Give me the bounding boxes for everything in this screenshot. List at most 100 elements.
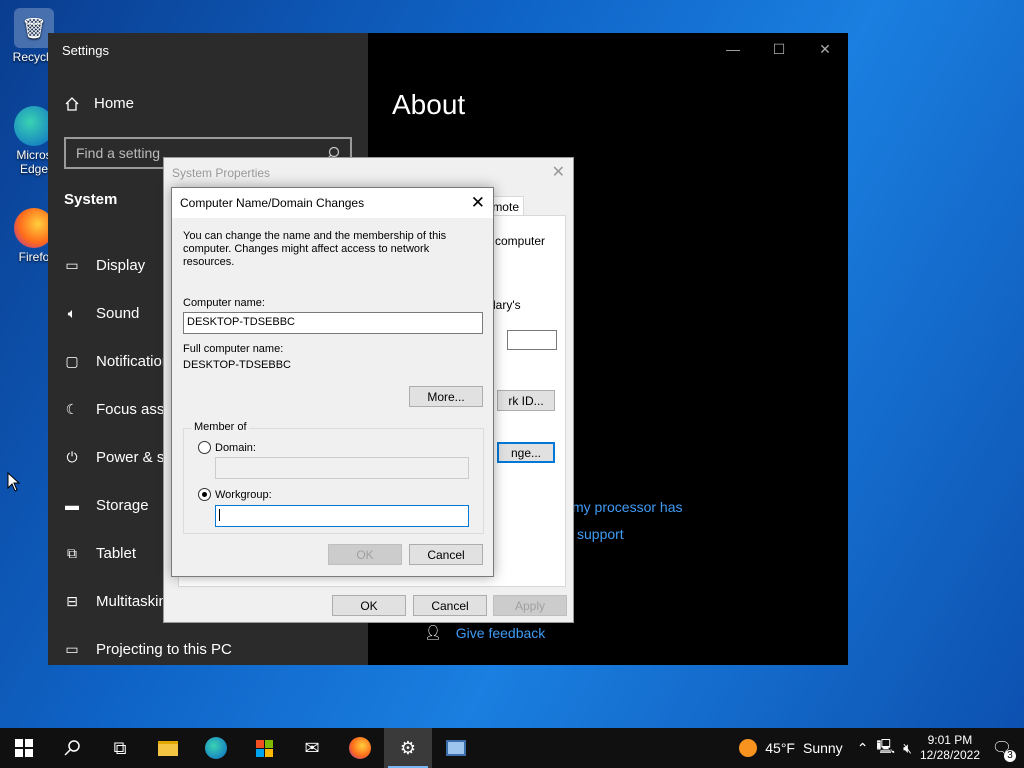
task-view-button[interactable]: ⧉: [96, 728, 144, 768]
ok-button[interactable]: OK: [328, 544, 402, 565]
change-button[interactable]: nge...: [497, 442, 555, 463]
network-id-button[interactable]: rk ID...: [497, 390, 555, 411]
system-tray: 45°F Sunny ⌃ 🖳︎ 🔇︎ 9:01 PM 12/28/2022 🗨︎…: [739, 728, 1024, 768]
mail-button[interactable]: ✉: [288, 728, 336, 768]
close-button[interactable]: ✕: [552, 162, 565, 182]
store-button[interactable]: [240, 728, 288, 768]
nav-item-label: Storage: [96, 496, 149, 514]
gear-icon: ⚙: [399, 737, 417, 758]
give-feedback-link[interactable]: 👤︎ Give feedback: [424, 624, 545, 641]
cancel-button[interactable]: Cancel: [413, 595, 487, 616]
panel-text: lary's: [493, 298, 521, 312]
cancel-button[interactable]: Cancel: [409, 544, 483, 565]
nav-item-label: Tablet: [96, 544, 137, 562]
section-heading: System: [64, 191, 118, 208]
notification-count: 3: [1004, 750, 1016, 762]
computer-name-dialog: Computer Name/Domain Changes ✕ You can c…: [171, 187, 494, 577]
computer-description-field[interactable]: [507, 330, 557, 350]
more-button[interactable]: More...: [409, 386, 483, 407]
start-button[interactable]: [0, 728, 48, 768]
dialog-titlebar: Computer Name/Domain Changes ✕: [172, 188, 493, 218]
store-icon: [255, 739, 273, 757]
give-feedback-label: Give feedback: [455, 624, 546, 641]
panel-text: computer: [495, 234, 546, 248]
close-icon: ✕: [551, 164, 565, 181]
display-icon: ▭: [65, 256, 79, 273]
computer-name-label: Computer name:: [183, 297, 265, 309]
action-center-button[interactable]: 🗨︎ 3: [988, 738, 1016, 762]
domain-field[interactable]: [215, 457, 469, 479]
edge-button[interactable]: [192, 728, 240, 768]
weather-temp[interactable]: 45°F: [765, 740, 795, 756]
ok-button[interactable]: OK: [332, 595, 406, 616]
maximize-button[interactable]: ☐: [756, 33, 802, 65]
clock-date: 12/28/2022: [919, 748, 980, 762]
radio-dot: [198, 441, 211, 454]
notification-icon: ▢: [65, 352, 79, 369]
nav-item-label: Projecting to this PC: [96, 640, 232, 658]
full-name-label: Full computer name:: [183, 343, 284, 355]
network-icon[interactable]: 🖳︎: [876, 736, 895, 760]
chevron-up-icon[interactable]: ⌃: [857, 740, 869, 757]
multitasking-icon: ⊟: [66, 592, 78, 609]
nav-item-projecting[interactable]: ▭ Projecting to this PC: [64, 625, 364, 673]
workgroup-radio[interactable]: Workgroup:: [198, 488, 272, 501]
close-button[interactable]: ✕: [802, 33, 848, 65]
minimize-button[interactable]: —: [710, 33, 756, 65]
storage-icon: ▬: [65, 497, 79, 513]
firefox-button[interactable]: [336, 728, 384, 768]
window-title: Settings: [62, 43, 109, 58]
moon-icon: ☾: [65, 400, 79, 417]
file-explorer-button[interactable]: [144, 728, 192, 768]
computer-name-field[interactable]: DESKTOP-TDSEBBC: [183, 312, 483, 334]
close-icon: ✕: [819, 40, 831, 57]
windows-logo-icon: [15, 739, 33, 757]
minimize-icon: —: [726, 41, 740, 57]
close-button[interactable]: ✕: [471, 193, 485, 213]
weather-text[interactable]: Sunny: [803, 740, 843, 756]
search-icon: [64, 740, 80, 756]
domain-radio[interactable]: Domain:: [198, 441, 256, 454]
system-properties-icon: [446, 740, 466, 756]
support-link[interactable]: support: [577, 526, 624, 542]
firefox-icon: [349, 737, 371, 759]
maximize-icon: ☐: [772, 40, 786, 57]
mouse-cursor-icon: [7, 472, 21, 492]
page-title: About: [392, 89, 466, 120]
nav-home-label: Home: [94, 95, 135, 112]
taskbar: ⧉ ✉ ⚙ 45°F Sunny ⌃ 🖳︎ 🔇︎ 9:01 PM 12/28/2…: [0, 728, 1024, 768]
nav-home[interactable]: Home: [64, 95, 134, 112]
volume-muted-icon[interactable]: 🔇︎: [903, 740, 912, 757]
task-view-icon: ⧉: [113, 737, 127, 758]
processor-link[interactable]: my processor has: [572, 499, 682, 515]
workgroup-field[interactable]: [215, 505, 469, 527]
edge-icon: [205, 737, 227, 759]
nav-item-label: Sound: [96, 304, 140, 322]
member-of-label: Member of: [192, 421, 249, 433]
system-properties-taskbar-button[interactable]: [432, 728, 480, 768]
search-placeholder: Find a setting: [76, 145, 161, 161]
settings-taskbar-button[interactable]: ⚙: [384, 728, 432, 768]
radio-dot-selected: [198, 488, 211, 501]
full-name-value: DESKTOP-TDSEBBC: [183, 359, 291, 371]
apply-button[interactable]: Apply: [493, 595, 567, 616]
close-icon: ✕: [470, 193, 485, 212]
sound-icon: 🔈︎: [67, 304, 77, 321]
mail-icon: ✉: [304, 737, 320, 758]
home-icon: [65, 96, 79, 111]
window-controls: — ☐ ✕: [710, 33, 848, 65]
clock[interactable]: 9:01 PM 12/28/2022: [920, 733, 980, 763]
projecting-icon: ▭: [65, 640, 79, 657]
workgroup-label: Workgroup:: [215, 488, 272, 501]
clock-time: 9:01 PM: [927, 733, 973, 747]
nav-item-label: Display: [96, 256, 146, 274]
domain-label: Domain:: [215, 441, 256, 454]
search-button[interactable]: [48, 728, 96, 768]
folder-icon: [158, 740, 178, 756]
weather-icon: [739, 739, 758, 757]
member-of-group: Member of Domain: Workgroup:: [183, 421, 484, 534]
dialog-title: System Properties: [172, 166, 271, 180]
power-icon: ⏻: [66, 448, 78, 465]
nav-item-label: Notification: [96, 352, 171, 370]
dialog-description: You can change the name and the membersh…: [183, 230, 447, 268]
